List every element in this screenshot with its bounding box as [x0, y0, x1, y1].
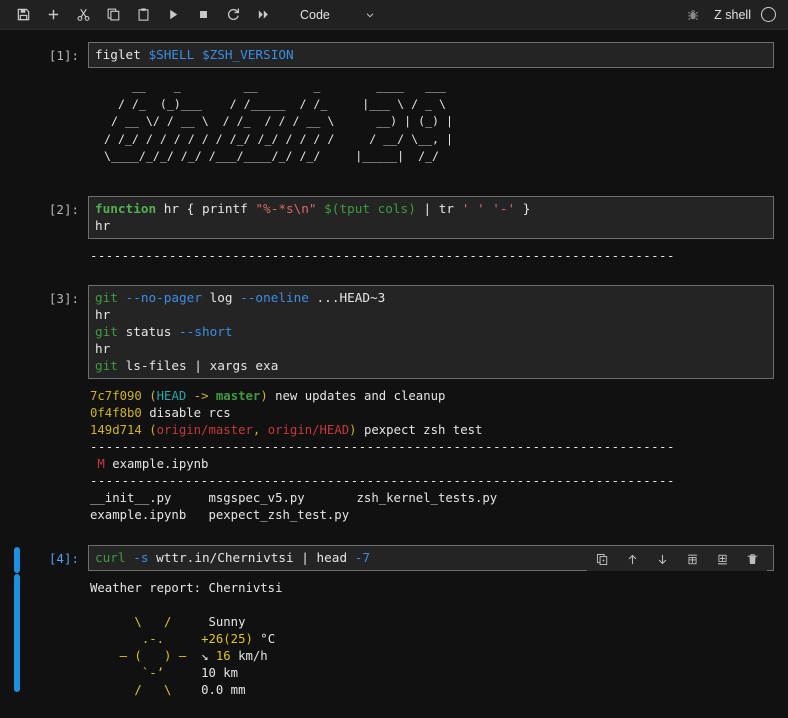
run-cell-button[interactable] [158, 2, 188, 28]
duplicate-cell-icon[interactable] [587, 549, 617, 571]
cell-selection-bar [14, 546, 20, 573]
copy-cell-button[interactable] [98, 2, 128, 28]
notebook-toolbar: Code Z shell [0, 0, 788, 30]
stop-kernel-button[interactable] [188, 2, 218, 28]
move-cell-down-icon[interactable] [647, 549, 677, 571]
kernel-status-indicator[interactable] [761, 7, 776, 22]
cell-output: __ _ __ _ ____ ___ / /_ (_)___ / /_____ … [104, 79, 454, 163]
move-cell-up-icon[interactable] [617, 549, 647, 571]
add-cell-button[interactable] [38, 2, 68, 28]
chevron-down-icon [364, 9, 376, 21]
cell-type-select[interactable]: Code [296, 3, 380, 27]
restart-kernel-button[interactable] [218, 2, 248, 28]
cell-input[interactable]: git --no-pager log --oneline ...HEAD~3 h… [88, 284, 774, 379]
paste-cell-button[interactable] [128, 2, 158, 28]
cell-source-code: figlet $SHELL $ZSH_VERSION [95, 47, 294, 62]
cell-input[interactable]: function hr { printf "%-*s\n" $(tput col… [88, 195, 774, 239]
cell-output: Weather report: Chernivtsi \ / Sunny .-.… [90, 580, 283, 697]
cell-source-code: git --no-pager log --oneline ...HEAD~3 h… [95, 289, 386, 373]
cut-cell-button[interactable] [68, 2, 98, 28]
notebook-cell[interactable]: [1]: figlet $SHELL $ZSH_VERSION [0, 42, 788, 68]
notebook-panel[interactable]: [1]: figlet $SHELL $ZSH_VERSION __ _ __ … [0, 30, 788, 718]
debugger-bug-icon[interactable] [678, 2, 708, 28]
cell-output: 7c7f090 (HEAD -> master) new updates and… [90, 388, 675, 522]
insert-cell-below-icon[interactable] [707, 549, 737, 571]
cell-action-toolbar [587, 548, 767, 571]
cell-input[interactable]: figlet $SHELL $ZSH_VERSION [88, 42, 774, 68]
output-selection-bar [14, 573, 20, 692]
save-button[interactable] [8, 2, 38, 28]
cell-type-value: Code [300, 7, 330, 22]
insert-cell-above-icon[interactable] [677, 549, 707, 571]
delete-cell-icon[interactable] [737, 549, 767, 571]
cell-prompt: [2]: [48, 201, 79, 217]
cell-input[interactable]: curl -s wttr.in/Chernivtsi | head -7 [88, 544, 774, 571]
restart-and-run-all-button[interactable] [248, 2, 278, 28]
notebook-cell[interactable]: [2]: function hr { printf "%-*s\n" $(tpu… [0, 195, 788, 239]
cell-output: ----------------------------------------… [90, 248, 675, 263]
notebook-cell-selected[interactable]: [4]: curl -s wttr.in/Chernivtsi | head -… [0, 544, 788, 573]
cell-source-code: function hr { printf "%-*s\n" $(tput col… [95, 200, 531, 233]
cell-prompt: [1]: [48, 48, 79, 63]
cell-prompt: [3]: [48, 290, 79, 306]
kernel-name-label: Z shell [714, 7, 751, 22]
notebook-cell[interactable]: [3]: git --no-pager log --oneline ...HEA… [0, 284, 788, 379]
